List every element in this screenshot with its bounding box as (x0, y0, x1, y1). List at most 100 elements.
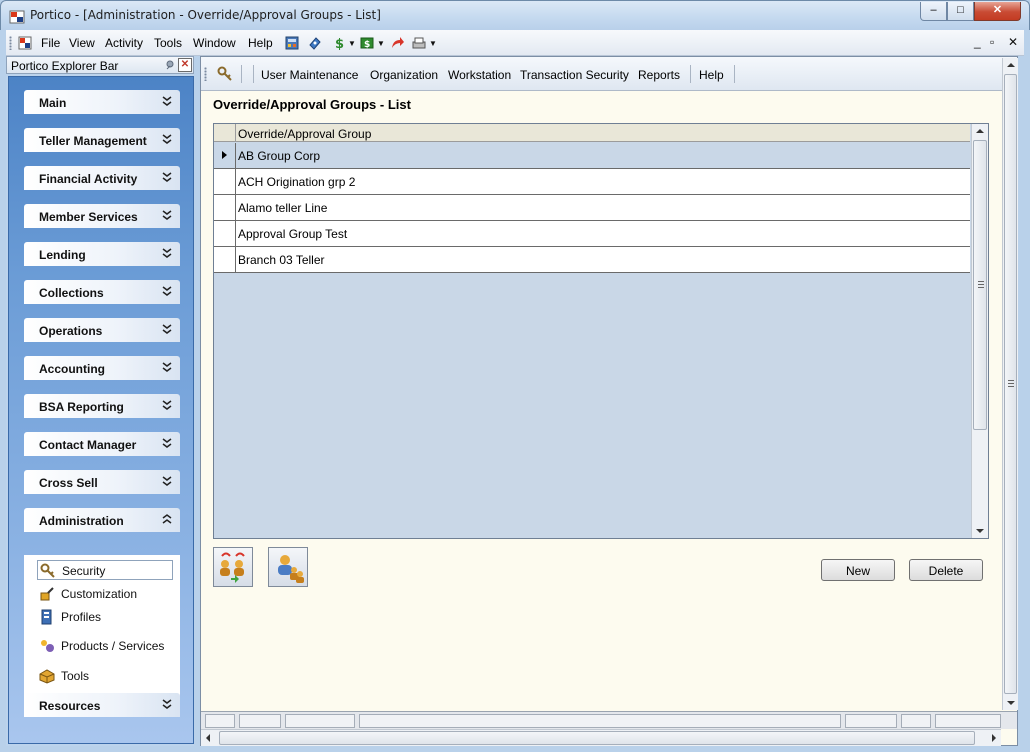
menu-window[interactable]: Window (193, 36, 236, 50)
chevron-down-icon[interactable] (162, 209, 172, 221)
group-lending[interactable]: Lending (24, 242, 180, 266)
scroll-thumb[interactable] (973, 140, 987, 430)
group-operations[interactable]: Operations (24, 318, 180, 342)
row-header-corner (214, 124, 236, 141)
new-button[interactable]: New (821, 559, 895, 581)
table-row[interactable]: Alamo teller Line (214, 195, 970, 221)
group-members-button[interactable] (268, 547, 308, 587)
row-header[interactable] (214, 143, 236, 168)
table-row[interactable]: AB Group Corp (214, 143, 970, 169)
menu-transaction-security[interactable]: Transaction Security (520, 68, 629, 82)
scroll-down-icon[interactable] (1007, 701, 1015, 705)
delete-button[interactable]: Delete (909, 559, 983, 581)
tools-box-icon (39, 669, 55, 684)
task-security[interactable]: Security (37, 560, 173, 580)
scroll-thumb[interactable] (1004, 74, 1017, 694)
calculator-icon[interactable] (285, 36, 299, 50)
scroll-up-icon[interactable] (1007, 63, 1015, 67)
chevron-down-icon[interactable] (162, 361, 172, 373)
group-bsa-reporting[interactable]: BSA Reporting (24, 394, 180, 418)
group-member-services[interactable]: Member Services (24, 204, 180, 228)
cell-group-name[interactable]: Alamo teller Line (238, 201, 327, 215)
row-header[interactable] (214, 169, 236, 194)
group-administration[interactable]: Administration (24, 508, 180, 532)
group-transfer-button[interactable] (213, 547, 253, 587)
chevron-down-icon[interactable] (162, 399, 172, 411)
chevron-down-icon[interactable] (162, 171, 172, 183)
group-teller-management[interactable]: Teller Management (24, 128, 180, 152)
menu-organization[interactable]: Organization (370, 68, 438, 82)
explorer-close-button[interactable]: ✕ (178, 58, 192, 72)
window-vertical-scrollbar[interactable] (1002, 58, 1018, 710)
menu-view[interactable]: View (69, 36, 95, 50)
task-tools[interactable]: Tools (37, 666, 177, 686)
group-financial-activity[interactable]: Financial Activity (24, 166, 180, 190)
menubar-grip[interactable] (9, 36, 12, 50)
minimize-button[interactable]: – (920, 2, 947, 21)
row-header[interactable] (214, 247, 236, 272)
table-row[interactable]: ACH Origination grp 2 (214, 169, 970, 195)
table-row[interactable]: Approval Group Test (214, 221, 970, 247)
portico-menu-icon[interactable] (18, 36, 32, 50)
currency-dropdown-icon[interactable]: ▼ (377, 39, 385, 48)
menu-workstation[interactable]: Workstation (448, 68, 511, 82)
menu-help[interactable]: Help (248, 36, 273, 50)
groups-grid[interactable]: Override/Approval Group AB Group Corp AC… (213, 123, 989, 539)
print-icon[interactable] (412, 36, 426, 50)
menu-user-maintenance[interactable]: User Maintenance (261, 68, 358, 82)
mdi-minimize-button[interactable]: _ (974, 35, 981, 49)
task-products-services[interactable]: Products / Services (37, 636, 177, 656)
cell-group-name[interactable]: Branch 03 Teller (238, 253, 325, 267)
chevron-down-icon[interactable] (162, 247, 172, 259)
grid-vertical-scrollbar[interactable] (971, 124, 988, 538)
dollar-dropdown-icon[interactable]: ▼ (348, 39, 356, 48)
group-contact-manager[interactable]: Contact Manager (24, 432, 180, 456)
menu-tools[interactable]: Tools (154, 36, 182, 50)
chevron-down-icon[interactable] (162, 437, 172, 449)
chevron-down-icon[interactable] (162, 133, 172, 145)
security-key-icon[interactable] (217, 66, 233, 82)
menu-reports[interactable]: Reports (638, 68, 680, 82)
horizontal-scrollbar[interactable] (201, 729, 1001, 746)
toolbar-grip[interactable] (204, 67, 207, 81)
mdi-close-button[interactable]: ✕ (1008, 35, 1018, 49)
chevron-down-icon[interactable] (162, 323, 172, 335)
scroll-down-icon[interactable] (976, 529, 984, 533)
column-header[interactable]: Override/Approval Group (238, 127, 371, 141)
redo-arrow-icon[interactable] (390, 36, 404, 50)
print-dropdown-icon[interactable]: ▼ (429, 39, 437, 48)
task-profiles[interactable]: Profiles (37, 607, 177, 627)
row-header[interactable] (214, 195, 236, 220)
menu-activity[interactable]: Activity (105, 36, 143, 50)
chevron-down-icon[interactable] (162, 285, 172, 297)
cell-group-name[interactable]: AB Group Corp (238, 149, 320, 163)
chevron-up-icon[interactable] (162, 513, 172, 525)
group-cross-sell[interactable]: Cross Sell (24, 470, 180, 494)
scroll-right-icon[interactable] (992, 734, 996, 742)
menu-file[interactable]: File (41, 36, 60, 50)
cell-group-name[interactable]: Approval Group Test (238, 227, 347, 241)
scroll-up-icon[interactable] (976, 129, 984, 133)
chevron-down-icon[interactable] (162, 475, 172, 487)
maximize-button[interactable]: □ (947, 2, 974, 21)
close-button[interactable]: ✕ (974, 2, 1021, 21)
row-header[interactable] (214, 221, 236, 246)
group-resources[interactable]: Resources (24, 693, 180, 717)
currency-icon[interactable]: $ (360, 36, 374, 50)
scroll-left-icon[interactable] (206, 734, 210, 742)
cell-group-name[interactable]: ACH Origination grp 2 (238, 175, 355, 189)
pin-icon[interactable] (164, 59, 176, 71)
task-customization[interactable]: Customization (37, 584, 177, 604)
group-main[interactable]: Main (24, 90, 180, 114)
chevron-down-icon[interactable] (162, 95, 172, 107)
group-accounting[interactable]: Accounting (24, 356, 180, 380)
scroll-thumb[interactable] (219, 731, 975, 745)
mdi-restore-button[interactable]: ▫ (990, 35, 994, 49)
dollar-icon[interactable]: $ (332, 36, 346, 50)
cash-icon[interactable] (308, 36, 322, 50)
chevron-down-icon[interactable] (162, 698, 172, 710)
menu-help[interactable]: Help (699, 68, 724, 82)
table-row[interactable]: Branch 03 Teller (214, 247, 970, 273)
group-label: Teller Management (39, 134, 147, 148)
group-collections[interactable]: Collections (24, 280, 180, 304)
